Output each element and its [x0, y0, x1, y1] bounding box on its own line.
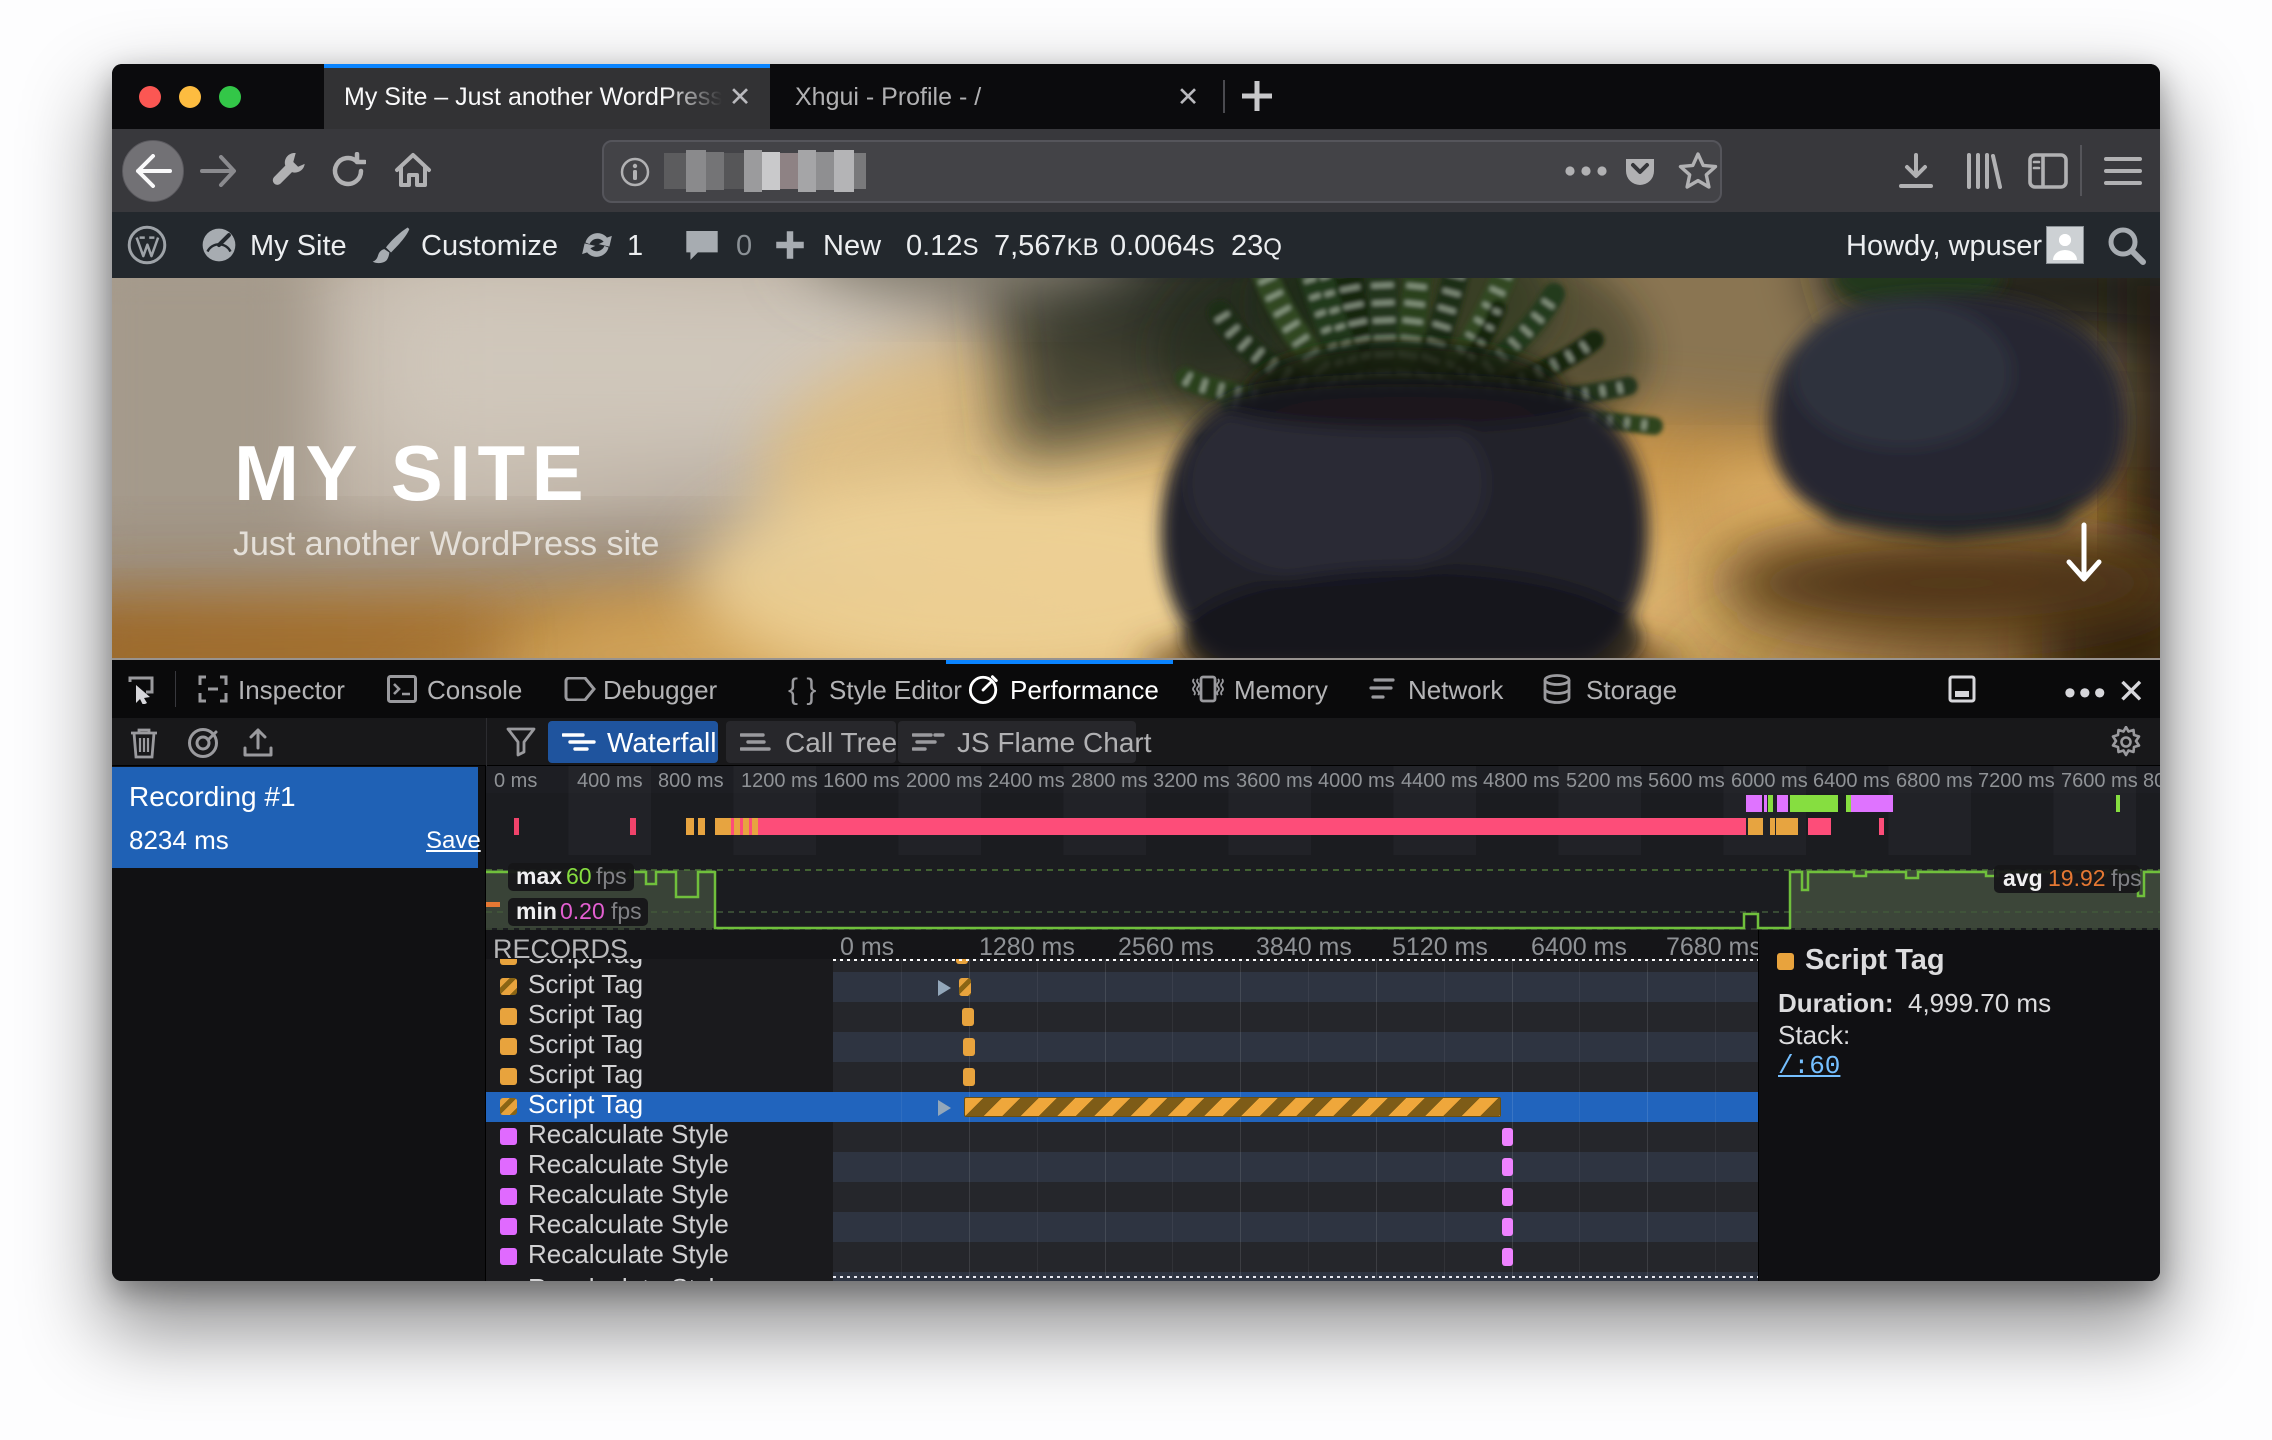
svg-text:7600 ms: 7600 ms: [2061, 770, 2138, 792]
svg-text:1600 ms: 1600 ms: [823, 770, 900, 792]
svg-text:7200 ms: 7200 ms: [1978, 770, 2055, 792]
svg-text:2000 ms: 2000 ms: [906, 770, 983, 792]
svg-text:max: max: [516, 863, 562, 889]
svg-text:1200 ms: 1200 ms: [741, 770, 818, 792]
svg-text:6800 ms: 6800 ms: [1896, 770, 1973, 792]
svg-text:fps: fps: [611, 898, 642, 924]
svg-text:Just another WordPress site: Just another WordPress site: [233, 525, 659, 563]
svg-text:min: min: [516, 898, 557, 924]
svg-text:0.20: 0.20: [560, 898, 605, 924]
svg-text:400 ms: 400 ms: [577, 770, 643, 792]
svg-text:6400 ms: 6400 ms: [1813, 770, 1890, 792]
svg-text:MY SITE: MY SITE: [234, 429, 590, 517]
svg-text:5600 ms: 5600 ms: [1648, 770, 1725, 792]
svg-text:800 ms: 800 ms: [658, 770, 724, 792]
svg-text:4400 ms: 4400 ms: [1401, 770, 1478, 792]
svg-text:5200 ms: 5200 ms: [1566, 770, 1643, 792]
svg-text:avg: avg: [2003, 865, 2043, 891]
svg-text:2800 ms: 2800 ms: [1071, 770, 1148, 792]
svg-text:4000 ms: 4000 ms: [1318, 770, 1395, 792]
svg-text:2400 ms: 2400 ms: [988, 770, 1065, 792]
svg-text:fps: fps: [596, 863, 627, 889]
svg-text:fps: fps: [2111, 865, 2142, 891]
svg-text:3200 ms: 3200 ms: [1153, 770, 1230, 792]
svg-text:60: 60: [566, 863, 592, 889]
svg-text:19.92: 19.92: [2048, 865, 2106, 891]
svg-text:0 ms: 0 ms: [494, 770, 537, 792]
svg-text:4800 ms: 4800 ms: [1483, 770, 1560, 792]
svg-text:8000: 8000: [2143, 770, 2160, 792]
svg-text:6000 ms: 6000 ms: [1731, 770, 1808, 792]
svg-text:3600 ms: 3600 ms: [1236, 770, 1313, 792]
